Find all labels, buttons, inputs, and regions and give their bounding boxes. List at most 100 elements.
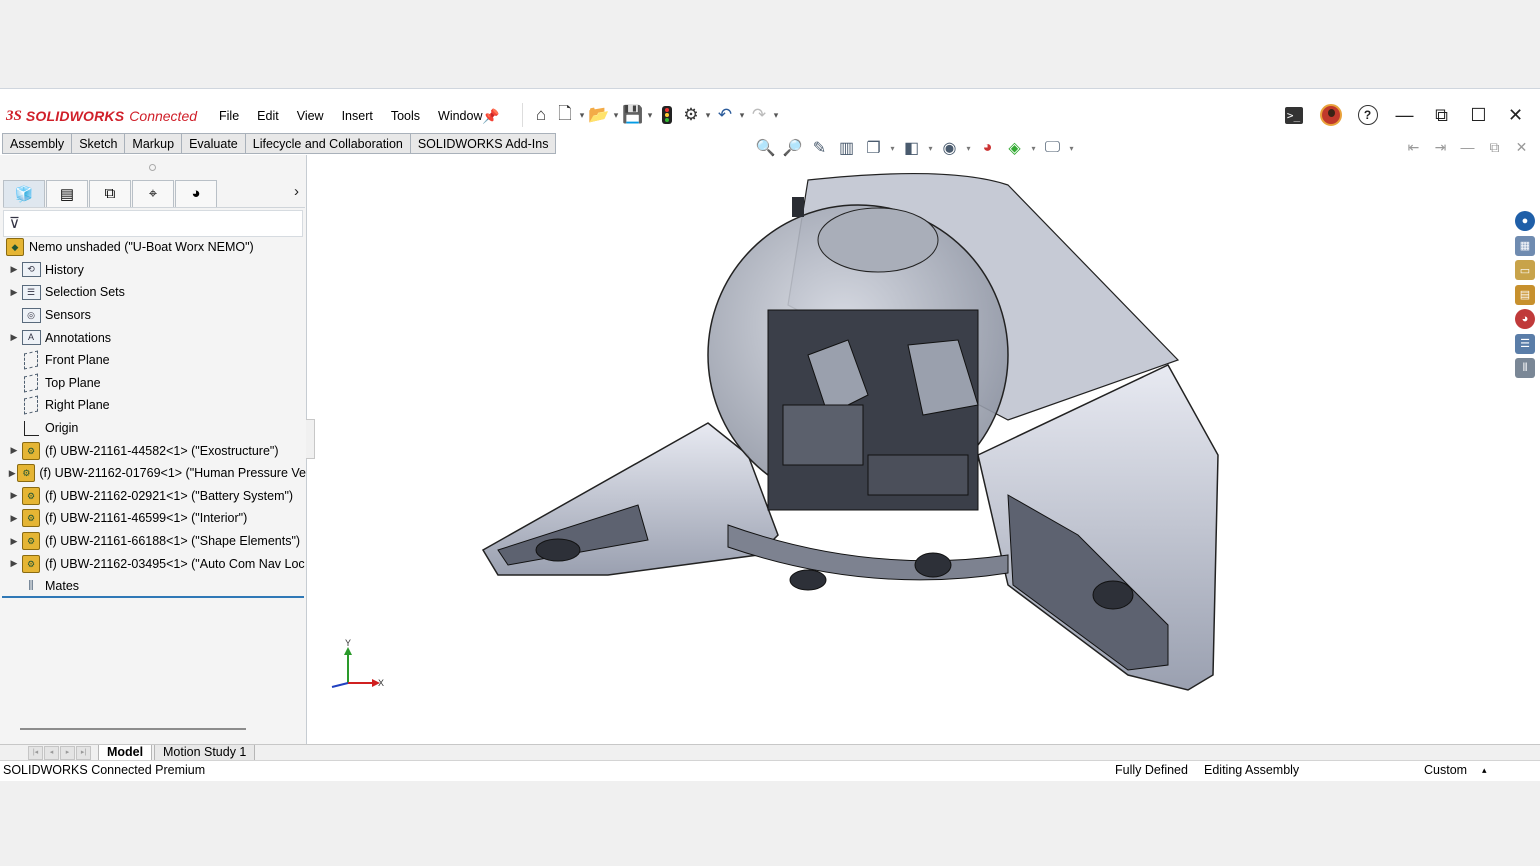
dimxpert-manager-tab-icon[interactable]: ⌖ bbox=[132, 179, 174, 207]
tree-item-interior[interactable]: ▶ ⚙ (f) UBW-21161-46599<1> ("Interior") bbox=[0, 507, 306, 530]
panel-horizontal-scrollbar[interactable] bbox=[20, 728, 246, 730]
open-icon[interactable]: 📂 bbox=[587, 104, 611, 126]
tree-item-front-plane[interactable]: Front Plane bbox=[0, 349, 306, 372]
tree-item-origin[interactable]: Origin bbox=[0, 417, 306, 440]
plane-icon bbox=[21, 395, 41, 415]
tree-item-sensors[interactable]: ◎ Sensors bbox=[0, 304, 306, 327]
panel-chevron-right-icon[interactable]: › bbox=[294, 183, 299, 200]
custom-properties-icon[interactable]: ☰ bbox=[1515, 333, 1535, 354]
file-explorer-icon[interactable]: ▭ bbox=[1515, 260, 1535, 280]
command-prompt-button[interactable]: >_ bbox=[1275, 103, 1312, 127]
appearance-dropdown-icon[interactable]: ▾ bbox=[1028, 144, 1039, 153]
menu-tools[interactable]: Tools bbox=[382, 107, 429, 125]
save-icon[interactable]: 💾 bbox=[621, 104, 645, 126]
viewport-minimize-icon[interactable]: — bbox=[1454, 139, 1481, 156]
display-manager-tab-icon[interactable]: ◕ bbox=[175, 179, 217, 207]
units-dropdown-icon[interactable]: ▴ bbox=[1482, 761, 1487, 780]
design-library-icon[interactable]: ▦ bbox=[1515, 235, 1535, 256]
rollback-bar[interactable] bbox=[2, 596, 304, 598]
redo-dropdown-icon[interactable]: ▾ bbox=[771, 110, 781, 121]
tree-root[interactable]: ◆ Nemo unshaded ("U-Boat Worx NEMO") bbox=[0, 236, 306, 259]
expand-arrow-icon[interactable]: ▶ bbox=[7, 287, 21, 298]
dynamic-dropdown-icon[interactable]: ▾ bbox=[887, 144, 898, 153]
maximize-button[interactable]: ☐ bbox=[1460, 103, 1497, 127]
minimize-button[interactable]: — bbox=[1386, 103, 1423, 127]
pin-menu-icon[interactable]: 📌 bbox=[482, 108, 499, 125]
rebuild-icon[interactable] bbox=[655, 104, 679, 126]
viewport-restore-icon[interactable]: ⧉ bbox=[1481, 139, 1508, 156]
tree-item-selection-sets[interactable]: ▶ ☰ Selection Sets bbox=[0, 281, 306, 304]
tab-evaluate[interactable]: Evaluate bbox=[182, 133, 246, 154]
tab-lifecycle-collaboration[interactable]: Lifecycle and Collaboration bbox=[245, 133, 411, 154]
user-avatar-button[interactable] bbox=[1312, 103, 1349, 127]
solidworks-logo[interactable]: 3S SOLIDWORKS Connected bbox=[6, 106, 197, 126]
expand-arrow-icon[interactable]: ▶ bbox=[7, 264, 21, 275]
panel-grip-icon[interactable] bbox=[149, 164, 156, 171]
expand-arrow-icon[interactable]: ▶ bbox=[7, 332, 21, 343]
solidworks-resources-icon[interactable]: ● bbox=[1515, 211, 1535, 231]
tab-assembly[interactable]: Assembly bbox=[2, 133, 73, 154]
expand-arrow-icon[interactable]: ▶ bbox=[7, 558, 21, 569]
solidworks-forum-icon[interactable]: ⫴ bbox=[1515, 358, 1535, 378]
view-orientation-dropdown-icon[interactable]: ▾ bbox=[925, 144, 936, 153]
new-dropdown-icon[interactable]: ▾ bbox=[577, 110, 587, 121]
menu-view[interactable]: View bbox=[288, 107, 333, 125]
expand-arrow-icon[interactable]: ▶ bbox=[7, 513, 21, 524]
redo-icon[interactable]: ↷ bbox=[747, 104, 771, 126]
appearances-scenes-icon[interactable]: ◕ bbox=[1515, 309, 1535, 329]
reference-triad: Y X bbox=[331, 639, 384, 688]
undo-dropdown-icon[interactable]: ▾ bbox=[737, 110, 747, 121]
viewport-close-icon[interactable]: ✕ bbox=[1508, 139, 1535, 156]
viewport-next-icon[interactable]: ⇥ bbox=[1427, 139, 1454, 156]
expand-arrow-icon[interactable]: ▶ bbox=[7, 445, 21, 456]
view-settings-dropdown-icon[interactable]: ▾ bbox=[1066, 144, 1077, 153]
new-document-icon[interactable]: 🗋 bbox=[553, 104, 577, 126]
next-tab-icon[interactable]: ▸ bbox=[60, 746, 75, 760]
configuration-manager-tab-icon[interactable]: ⧉ bbox=[89, 179, 131, 207]
expand-arrow-icon[interactable]: ▶ bbox=[7, 536, 21, 547]
close-button[interactable]: ✕ bbox=[1497, 103, 1534, 127]
tree-item-exostructure[interactable]: ▶ ⚙ (f) UBW-21161-44582<1> ("Exostructur… bbox=[0, 439, 306, 462]
help-button[interactable]: ? bbox=[1349, 103, 1386, 127]
tab-solidworks-add-ins[interactable]: SOLIDWORKS Add-Ins bbox=[410, 133, 557, 154]
open-dropdown-icon[interactable]: ▾ bbox=[611, 110, 621, 121]
options-gear-icon[interactable]: ⚙ bbox=[679, 104, 703, 126]
tree-item-label: (f) UBW-21161-44582<1> ("Exostructure") bbox=[45, 443, 279, 458]
options-dropdown-icon[interactable]: ▾ bbox=[703, 110, 713, 121]
first-tab-icon[interactable]: |◂ bbox=[28, 746, 43, 760]
tree-item-auto-com-nav[interactable]: ▶ ⚙ (f) UBW-21162-03495<1> ("Auto Com Na… bbox=[0, 552, 306, 575]
feature-manager-tab-icon[interactable]: 🧊 bbox=[3, 179, 45, 207]
save-dropdown-icon[interactable]: ▾ bbox=[645, 110, 655, 121]
undo-icon[interactable]: ↶ bbox=[713, 104, 737, 126]
graphics-area[interactable] bbox=[308, 155, 1512, 744]
history-folder-glyph: ⟲ bbox=[21, 262, 41, 278]
tab-markup[interactable]: Markup bbox=[125, 133, 183, 154]
menu-insert[interactable]: Insert bbox=[333, 107, 382, 125]
expand-arrow-icon[interactable]: ▶ bbox=[7, 490, 21, 501]
tab-motion-study-1[interactable]: Motion Study 1 bbox=[154, 745, 256, 761]
tree-item-shape-elements[interactable]: ▶ ⚙ (f) UBW-21161-66188<1> ("Shape Eleme… bbox=[0, 530, 306, 553]
last-tab-icon[interactable]: ▸| bbox=[76, 746, 91, 760]
command-manager-tabs: Assembly Sketch Markup Evaluate Lifecycl… bbox=[2, 133, 557, 154]
restore-button[interactable]: ⧉ bbox=[1423, 103, 1460, 127]
menu-edit[interactable]: Edit bbox=[248, 107, 288, 125]
prev-tab-icon[interactable]: ◂ bbox=[44, 746, 59, 760]
tab-model[interactable]: Model bbox=[98, 745, 153, 761]
status-units[interactable]: Custom bbox=[1424, 761, 1467, 780]
menu-file[interactable]: File bbox=[210, 107, 248, 125]
expand-arrow-icon[interactable]: ▶ bbox=[7, 468, 17, 479]
view-palette-icon[interactable]: ▤ bbox=[1515, 284, 1535, 305]
tree-item-history[interactable]: ▶ ⟲ History bbox=[0, 259, 306, 282]
tree-item-annotations[interactable]: ▶ A Annotations bbox=[0, 326, 306, 349]
viewport-prev-icon[interactable]: ⇤ bbox=[1400, 139, 1427, 156]
tree-item-human-pressure-vessel[interactable]: ▶ ⚙ (f) UBW-21162-01769<1> ("Human Press… bbox=[0, 462, 306, 485]
tab-sketch[interactable]: Sketch bbox=[72, 133, 126, 154]
tree-item-battery-system[interactable]: ▶ ⚙ (f) UBW-21162-02921<1> ("Battery Sys… bbox=[0, 485, 306, 508]
tree-item-top-plane[interactable]: Top Plane bbox=[0, 372, 306, 395]
tree-item-right-plane[interactable]: Right Plane bbox=[0, 394, 306, 417]
property-manager-tab-icon[interactable]: ▤ bbox=[46, 179, 88, 207]
tree-filter[interactable]: ⊽ bbox=[3, 210, 303, 237]
display-style-dropdown-icon[interactable]: ▾ bbox=[963, 144, 974, 153]
tree-item-mates[interactable]: ⫴ Mates bbox=[0, 575, 306, 598]
home-icon[interactable]: ⌂ bbox=[529, 104, 553, 126]
